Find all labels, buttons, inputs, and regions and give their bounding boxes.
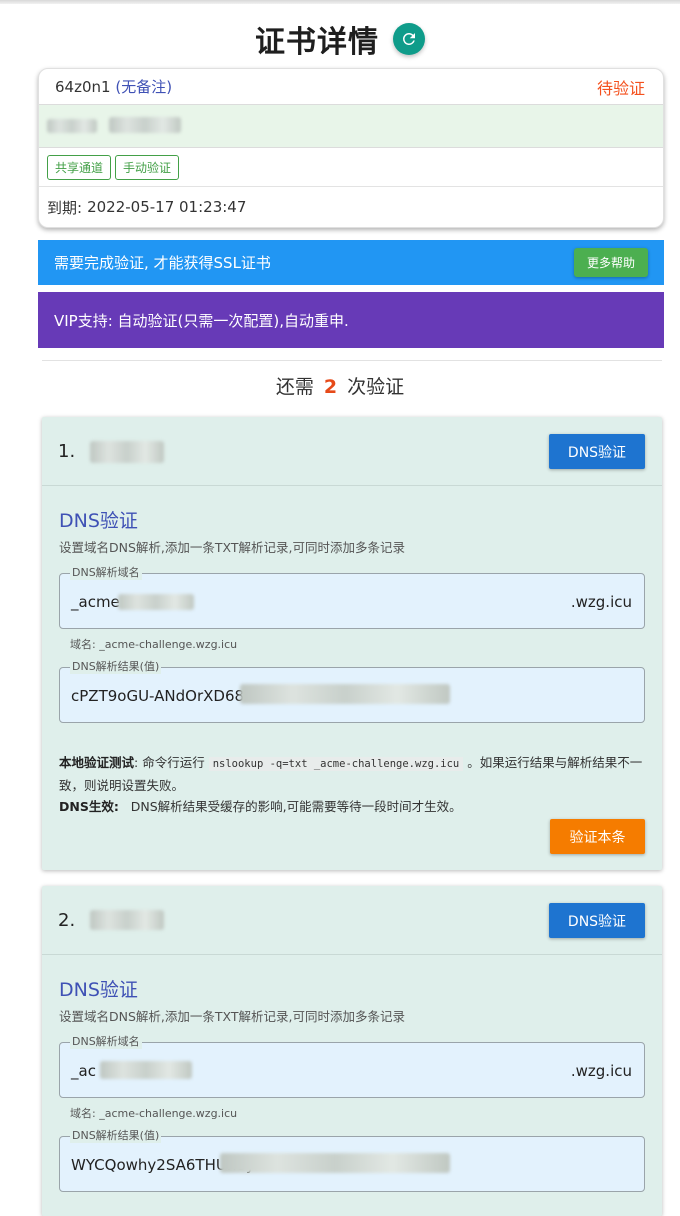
- page-header: 证书详情: [0, 14, 680, 64]
- certificate-domain-row: [39, 104, 663, 148]
- dns-host-field[interactable]: DNS解析域名 _acme .wzg.icu: [59, 566, 645, 629]
- dns-section-title: DNS验证: [59, 979, 138, 1001]
- verification-header: 2. DNS验证: [42, 886, 662, 955]
- redacted-domain-part: [109, 117, 181, 133]
- local-test-note: 本地验证测试: 命令行运行 nslookup -q=txt _acme-chall…: [59, 752, 649, 796]
- refresh-icon: [402, 32, 415, 45]
- verify-this-button[interactable]: 验证本条: [550, 819, 645, 854]
- dns-section-title: DNS验证: [59, 510, 138, 532]
- dns-host-value: _ac: [71, 1062, 96, 1080]
- dns-description: 设置域名DNS解析,添加一条TXT解析记录,可同时添加多条记录: [59, 540, 405, 555]
- dns-verify-method-button[interactable]: DNS验证: [549, 434, 645, 469]
- vip-alert-text: VIP支持: 自动验证(只需一次配置),自动重申.: [54, 311, 349, 330]
- dns-host-suffix: .wzg.icu: [570, 593, 632, 611]
- expiry-label: 到期:: [47, 198, 83, 217]
- certificate-card: 64z0n1 (无备注) 待验证 共享通道 手动验证 到期: 2022-05-1…: [38, 68, 664, 228]
- verification-number: 2.: [58, 910, 76, 931]
- tag-shared-channel[interactable]: 共享通道: [47, 154, 112, 180]
- dns-host-value: _acme: [71, 593, 120, 611]
- dns-host-suffix: .wzg.icu: [570, 1062, 632, 1080]
- redacted-value: [220, 1153, 450, 1173]
- info-alert-text: 需要完成验证, 才能获得SSL证书: [54, 254, 271, 272]
- redacted-host: [118, 594, 194, 610]
- dns-value-text: cPZT9oGU-ANdOrXD68: [71, 687, 245, 705]
- dns-effect-label: DNS生效:: [59, 799, 119, 814]
- local-test-label: 本地验证测试: [59, 755, 135, 770]
- dns-effect-note: DNS生效: DNS解析结果受缓存的影响,可能需要等待一段时间才生效。: [59, 796, 649, 817]
- dns-host-hint: 域名: _acme-challenge.wzg.icu: [70, 1107, 238, 1120]
- top-edge: [0, 0, 680, 4]
- dns-description: 设置域名DNS解析,添加一条TXT解析记录,可同时添加多条记录: [59, 1009, 405, 1024]
- redacted-domain: [90, 441, 164, 463]
- tag-manual-verify[interactable]: 手动验证: [115, 154, 180, 180]
- remaining-verifications: 还需 2 次验证: [0, 372, 680, 399]
- redacted-domain: [47, 119, 97, 133]
- certificate-id: 64z0n1: [55, 78, 111, 96]
- remaining-suffix: 次验证: [347, 376, 405, 398]
- dns-effect-text: DNS解析结果受缓存的影响,可能需要等待一段时间才生效。: [130, 799, 462, 814]
- refresh-button[interactable]: [393, 23, 425, 55]
- dns-host-label: DNS解析域名: [70, 566, 142, 580]
- divider: [42, 360, 662, 361]
- redacted-host: [100, 1061, 192, 1079]
- more-help-button[interactable]: 更多帮助: [573, 248, 648, 277]
- dns-value-label: DNS解析结果(值): [70, 1129, 162, 1143]
- info-alert: 需要完成验证, 才能获得SSL证书 更多帮助: [38, 240, 664, 285]
- dns-verify-method-button[interactable]: DNS验证: [549, 903, 645, 938]
- verification-card-1: 1. DNS验证 DNS验证 设置域名DNS解析,添加一条TXT解析记录,可同时…: [42, 417, 662, 870]
- remaining-count: 2: [323, 376, 338, 398]
- certificate-header: 64z0n1 (无备注) 待验证: [39, 69, 663, 104]
- page-title: 证书详情: [255, 25, 379, 60]
- dns-value-field[interactable]: DNS解析结果(值) WYCQowhy2SA6THUnSy: [59, 1129, 645, 1192]
- local-test-prefix: : 命令行运行: [134, 755, 205, 770]
- verification-card-2: 2. DNS验证 DNS验证 设置域名DNS解析,添加一条TXT解析记录,可同时…: [42, 886, 662, 1216]
- vip-alert: VIP支持: 自动验证(只需一次配置),自动重申.: [38, 292, 664, 348]
- redacted-value: [240, 684, 450, 704]
- dns-value-field[interactable]: DNS解析结果(值) cPZT9oGU-ANdOrXD68: [59, 660, 645, 723]
- certificate-tags: 共享通道 手动验证: [39, 148, 663, 187]
- local-test-command: nslookup -q=txt _acme-challenge.wzg.icu: [208, 757, 464, 771]
- dns-host-field[interactable]: DNS解析域名 _ac .wzg.icu: [59, 1035, 645, 1098]
- certificate-note[interactable]: (无备注): [115, 78, 172, 96]
- certificate-expiry: 到期: 2022-05-17 01:23:47: [39, 187, 663, 227]
- redacted-domain: [90, 910, 164, 930]
- remaining-prefix: 还需: [275, 376, 314, 398]
- expiry-time: 2022-05-17 01:23:47: [87, 198, 247, 216]
- verification-number: 1.: [58, 441, 76, 462]
- status-badge: 待验证: [596, 78, 645, 98]
- dns-value-label: DNS解析结果(值): [70, 660, 162, 674]
- dns-host-hint: 域名: _acme-challenge.wzg.icu: [70, 638, 238, 651]
- verification-header: 1. DNS验证: [42, 417, 662, 486]
- dns-host-label: DNS解析域名: [70, 1035, 142, 1049]
